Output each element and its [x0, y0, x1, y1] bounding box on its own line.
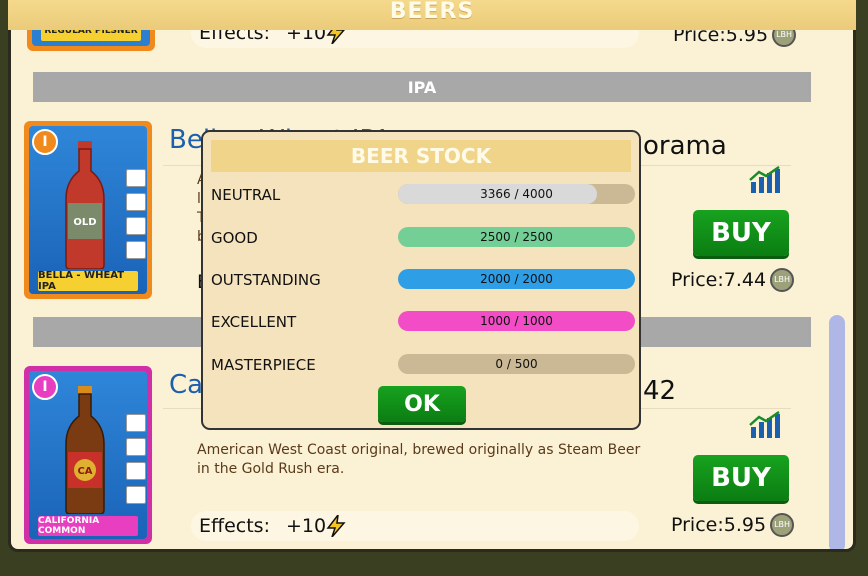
dialog-title: BEER STOCK [211, 140, 631, 172]
bottle-label-text: OLD [73, 217, 96, 228]
rarity-badge: I [32, 374, 58, 400]
stats-chart-icon[interactable] [749, 166, 781, 194]
stats-chart-icon[interactable] [749, 411, 781, 439]
effects-label: Effects: [199, 515, 270, 537]
item-title-california[interactable]: Ca [169, 370, 203, 400]
lips-icon [126, 486, 146, 504]
card-california-common[interactable]: I CA CALIFORNIA COMMON [24, 366, 152, 544]
stock-row-good: GOOD 2500 / 2500 [211, 227, 635, 249]
stock-value: 2500 / 2500 [480, 230, 553, 244]
beer-bottle-image: CA [65, 386, 105, 514]
stock-label: MASTERPIECE [211, 356, 316, 374]
stock-row-neutral: NEUTRAL 3366 / 4000 [211, 184, 635, 206]
stock-progress-bar: 2500 / 2500 [398, 227, 635, 247]
rarity-badge: I [32, 129, 58, 155]
coin-icon: LBH [770, 268, 795, 292]
effects-value: +10 [285, 515, 327, 537]
price-text: Price:7.44 [671, 269, 767, 291]
stock-progress-bar: 2000 / 2000 [398, 269, 635, 289]
stock-value: 3366 / 4000 [480, 187, 553, 201]
description-line: in the Gold Rush era. [197, 461, 345, 477]
item-title-right-fragment: 42 [643, 376, 677, 406]
buy-button[interactable]: BUY [693, 210, 789, 256]
stock-progress-bar: 3366 / 4000 [398, 184, 635, 204]
card-bella-wheat-ipa[interactable]: I OLD BELLA - WHEAT IPA [24, 121, 152, 299]
bottle-label-text: CA [77, 466, 92, 477]
stock-value: 0 / 500 [495, 357, 538, 371]
price-california: Price:5.95 LBH [671, 513, 795, 537]
ok-button[interactable]: OK [378, 386, 466, 422]
section-header-ipa: IPA [33, 72, 811, 102]
price-bella: Price:7.44 LBH [671, 268, 795, 292]
stock-value: 2000 / 2000 [480, 272, 553, 286]
header-bar: BEERS [8, 0, 856, 30]
ibu-icon [126, 462, 146, 480]
stock-label: OUTSTANDING [211, 271, 321, 289]
percent-icon [126, 169, 146, 187]
description-line: American West Coast original, brewed ori… [197, 442, 641, 458]
page-title: BEERS [389, 0, 475, 24]
lips-icon [126, 241, 146, 259]
buy-button[interactable]: BUY [693, 455, 789, 501]
stock-progress-bar: 1000 / 1000 [398, 311, 635, 331]
stock-label: GOOD [211, 229, 258, 247]
card-label: CALIFORNIA COMMON [38, 516, 138, 536]
item-title-right-fragment: orama [643, 131, 727, 161]
stock-label: EXCELLENT [211, 313, 297, 331]
lightning-icon [326, 515, 346, 537]
beer-bottle-image: OLD [65, 141, 105, 269]
section-label: IPA [407, 77, 437, 97]
price-text: Price:5.95 [671, 514, 767, 536]
stock-label: NEUTRAL [211, 186, 281, 204]
effects-row: Effects: +10 [191, 511, 639, 541]
card-label: BELLA - WHEAT IPA [38, 270, 138, 292]
item-description: American West Coast original, brewed ori… [197, 441, 667, 479]
stock-progress-bar: 0 / 500 [398, 354, 635, 374]
chart-icon [126, 193, 146, 211]
card-stat-icons [126, 169, 146, 259]
card-stat-icons [126, 414, 146, 504]
chart-icon [126, 438, 146, 456]
coin-icon: LBH [770, 513, 795, 537]
stock-row-excellent: EXCELLENT 1000 / 1000 [211, 311, 635, 333]
beer-stock-dialog: BEER STOCK NEUTRAL 3366 / 4000 GOOD 2500 / … [201, 130, 641, 430]
percent-icon [126, 414, 146, 432]
stock-row-masterpiece: MASTERPIECE 0 / 500 [211, 354, 635, 376]
stock-row-outstanding: OUTSTANDING 2000 / 2000 [211, 269, 635, 291]
ibu-icon [126, 217, 146, 235]
scrollbar-thumb[interactable] [829, 315, 845, 549]
stock-value: 1000 / 1000 [480, 314, 553, 328]
